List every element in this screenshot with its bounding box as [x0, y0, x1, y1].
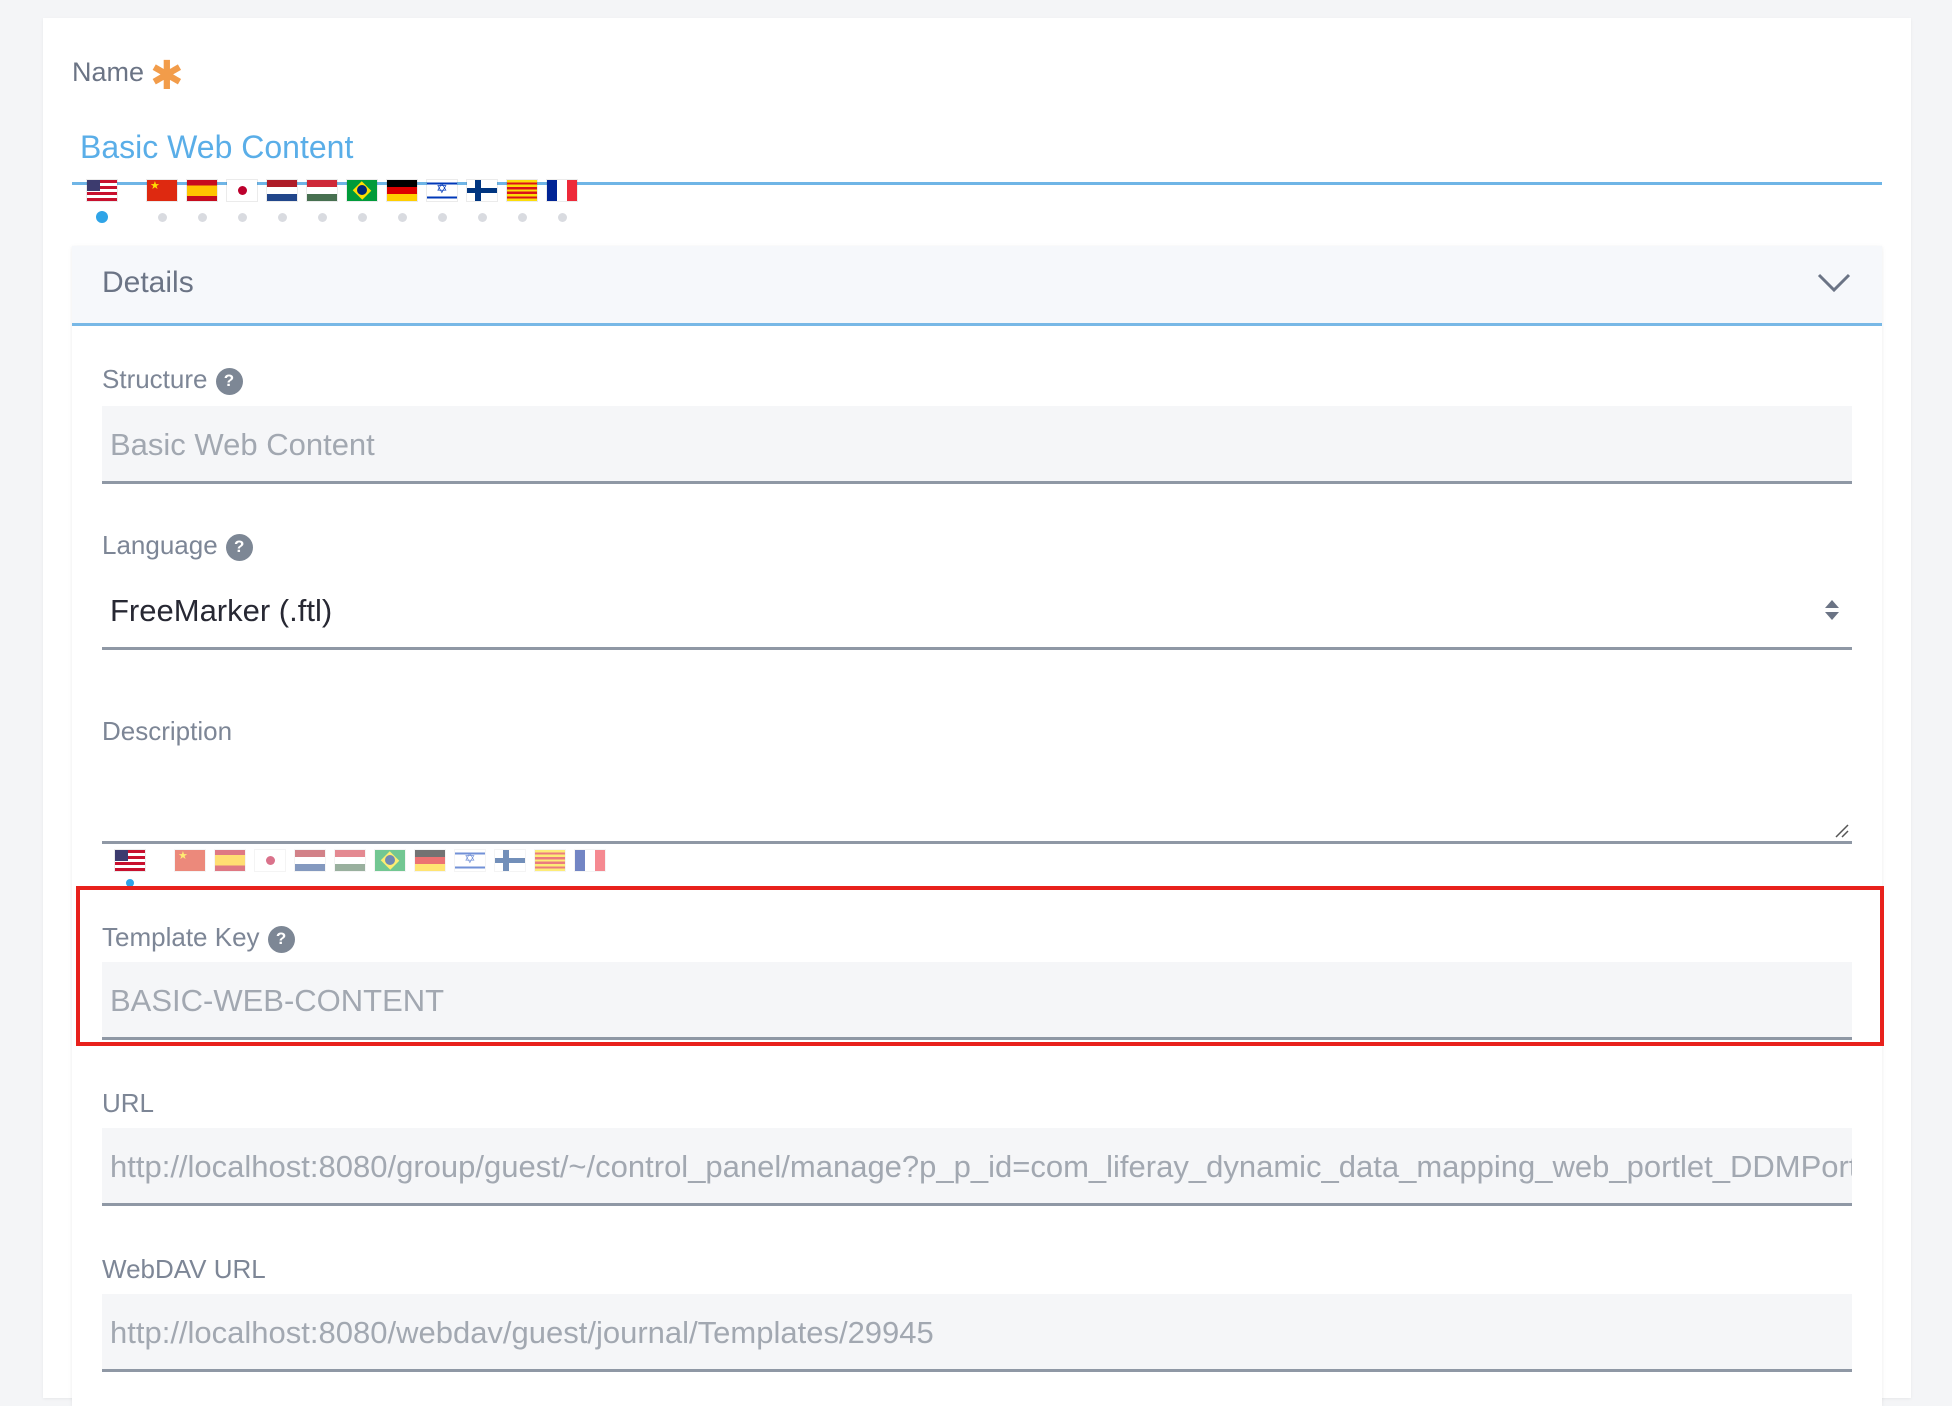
- locale-en-us[interactable]: [110, 850, 150, 887]
- germany-flag-icon: [415, 850, 445, 871]
- locale-iw-il[interactable]: [450, 850, 490, 871]
- brazil-flag-icon: [347, 180, 377, 201]
- language-label-text: Language: [102, 530, 218, 560]
- locale-fi-fi[interactable]: [462, 180, 502, 222]
- locale-zh-cn[interactable]: [170, 850, 210, 871]
- language-select-value: FreeMarker (.ftl): [110, 593, 333, 628]
- locale-de-de[interactable]: [382, 180, 422, 222]
- form-sheet: Name✱ Details Structure? Basic Web Conte…: [43, 18, 1911, 1406]
- name-input[interactable]: [72, 113, 1882, 185]
- locale-en-us[interactable]: [82, 180, 122, 223]
- brazil-flag-icon: [375, 850, 405, 871]
- name-label: Name ✱: [72, 56, 184, 96]
- locale-ca-es[interactable]: [530, 850, 570, 871]
- locale-indicator-dot: [517, 213, 527, 222]
- locale-nl-nl[interactable]: [290, 850, 330, 871]
- locale-indicator-dot: [197, 213, 207, 222]
- catalonia-flag-icon: [535, 850, 565, 871]
- catalonia-flag-icon: [507, 180, 537, 201]
- structure-label: Structure?: [102, 364, 243, 395]
- france-flag-icon: [575, 850, 605, 871]
- spain-flag-icon: [187, 180, 217, 201]
- select-arrows-icon: [1825, 600, 1839, 620]
- question-icon[interactable]: ?: [215, 367, 243, 395]
- israel-flag-icon: [455, 850, 485, 871]
- description-textarea[interactable]: [102, 756, 1852, 844]
- locale-indicator-dot: [477, 213, 487, 222]
- netherlands-flag-icon: [295, 850, 325, 871]
- france-flag-icon: [547, 180, 577, 201]
- locale-indicator-dot: [357, 213, 367, 222]
- locale-indicator-dot: [277, 213, 287, 222]
- locale-indicator-dot: [397, 213, 407, 222]
- language-label: Language?: [102, 530, 253, 561]
- url-label: URL: [102, 1088, 155, 1118]
- details-panel: Details Structure? Basic Web Content Lan…: [72, 246, 1882, 1406]
- locale-fi-fi[interactable]: [490, 850, 530, 871]
- locale-hu-hu[interactable]: [330, 850, 370, 871]
- hungary-flag-icon: [307, 180, 337, 201]
- webdav-url-label: WebDAV URL: [102, 1254, 266, 1284]
- locale-indicator-dot: [237, 213, 247, 222]
- resize-grip-icon[interactable]: [1834, 823, 1850, 839]
- locale-pt-br[interactable]: [370, 850, 410, 871]
- locale-es-es[interactable]: [182, 180, 222, 222]
- china-flag-icon: [175, 850, 205, 871]
- chevron-down-icon[interactable]: [1816, 264, 1852, 300]
- locale-indicator-dot: [437, 213, 447, 222]
- webdav-url-field[interactable]: http://localhost:8080/webdav/guest/journ…: [102, 1294, 1852, 1372]
- locale-fr-fr[interactable]: [570, 850, 610, 871]
- locale-zh-cn[interactable]: [142, 180, 182, 222]
- locale-nl-nl[interactable]: [262, 180, 302, 222]
- netherlands-flag-icon: [267, 180, 297, 201]
- locale-indicator-dot: [96, 211, 108, 223]
- locale-pt-br[interactable]: [342, 180, 382, 222]
- locale-ca-es[interactable]: [502, 180, 542, 222]
- locale-indicator-dot: [157, 213, 167, 222]
- germany-flag-icon: [387, 180, 417, 201]
- question-icon[interactable]: ?: [225, 533, 253, 561]
- spain-flag-icon: [215, 850, 245, 871]
- details-panel-title: Details: [102, 266, 194, 299]
- name-label-text: Name: [72, 57, 145, 87]
- structure-field[interactable]: Basic Web Content: [102, 406, 1852, 484]
- asterisk-icon: ✱: [150, 54, 184, 98]
- structure-label-text: Structure: [102, 364, 208, 394]
- finland-flag-icon: [495, 850, 525, 871]
- us-flag-icon: [115, 850, 145, 871]
- description-locale-selector: [110, 850, 610, 887]
- description-label: Description: [102, 716, 233, 746]
- language-select[interactable]: FreeMarker (.ftl): [102, 572, 1852, 650]
- details-panel-header[interactable]: Details: [72, 246, 1882, 326]
- locale-hu-hu[interactable]: [302, 180, 342, 222]
- locale-de-de[interactable]: [410, 850, 450, 871]
- china-flag-icon: [147, 180, 177, 201]
- locale-iw-il[interactable]: [422, 180, 462, 222]
- locale-ja-jp[interactable]: [222, 180, 262, 222]
- japan-flag-icon: [227, 180, 257, 201]
- us-flag-icon: [87, 180, 117, 201]
- url-field[interactable]: http://localhost:8080/group/guest/~/cont…: [102, 1128, 1852, 1206]
- template-key-highlight-box: [76, 886, 1884, 1046]
- locale-ja-jp[interactable]: [250, 850, 290, 871]
- locale-fr-fr[interactable]: [542, 180, 582, 222]
- name-locale-selector: [82, 180, 582, 223]
- locale-es-es[interactable]: [210, 850, 250, 871]
- finland-flag-icon: [467, 180, 497, 201]
- israel-flag-icon: [427, 180, 457, 201]
- japan-flag-icon: [255, 850, 285, 871]
- hungary-flag-icon: [335, 850, 365, 871]
- locale-indicator-dot: [557, 213, 567, 222]
- locale-indicator-dot: [317, 213, 327, 222]
